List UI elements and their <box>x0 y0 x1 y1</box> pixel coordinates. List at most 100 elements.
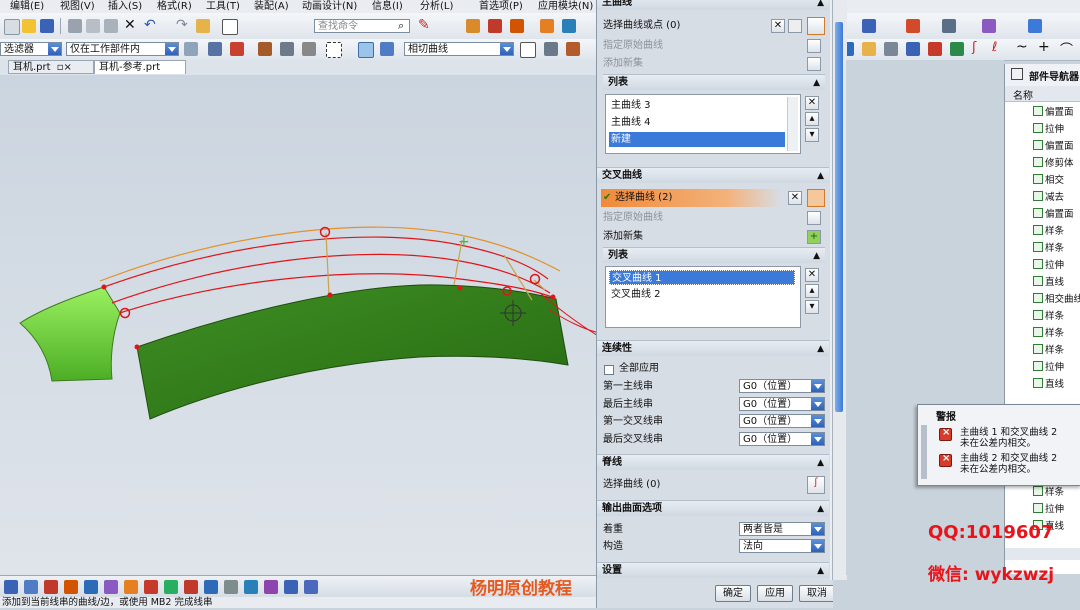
tab-erji[interactable]: 耳机.prt ▫× <box>8 60 94 74</box>
visibility-checkbox-icon[interactable] <box>1033 276 1043 286</box>
navigator-item[interactable]: 偏置面 <box>1033 104 1074 121</box>
chevron-up-icon[interactable]: ▲ <box>813 248 820 264</box>
select-curve-icon[interactable] <box>807 17 825 35</box>
curve-rule-select[interactable]: 相切曲线 <box>404 42 514 56</box>
visibility-checkbox-icon[interactable] <box>1033 327 1043 337</box>
visibility-checkbox-icon[interactable] <box>1033 106 1043 116</box>
blend-icon[interactable] <box>540 19 554 33</box>
delete-icon[interactable]: ✕ <box>124 17 136 33</box>
apply-all-checkbox[interactable] <box>604 365 614 375</box>
list-scrollbar[interactable] <box>787 97 798 151</box>
menu-assembly[interactable]: 装配(A) <box>254 0 289 13</box>
cancel-button[interactable]: 取消 <box>799 585 833 602</box>
visibility-checkbox-icon[interactable] <box>1033 191 1043 201</box>
wireframe-icon[interactable] <box>84 580 98 594</box>
measure-icon[interactable] <box>906 19 920 33</box>
snap-icon[interactable] <box>208 42 222 56</box>
trim-icon[interactable] <box>906 42 920 56</box>
new-file-icon[interactable] <box>4 19 20 35</box>
sketch-icon[interactable]: ✎ <box>418 17 430 33</box>
pan-icon[interactable] <box>64 580 78 594</box>
navigator-item[interactable]: 样条 <box>1033 308 1064 325</box>
undo-icon[interactable]: ↶ <box>144 17 156 33</box>
open-folder-icon[interactable] <box>22 19 36 33</box>
move-up-icon[interactable]: ▴ <box>805 284 819 298</box>
paste-icon[interactable] <box>104 19 118 33</box>
scrollbar-thumb[interactable] <box>835 22 843 412</box>
visibility-checkbox-icon[interactable] <box>1033 486 1043 496</box>
visibility-checkbox-icon[interactable] <box>1033 157 1043 167</box>
chevron-up-icon[interactable]: ▲ <box>817 0 824 11</box>
list-item-selected[interactable]: 新建 <box>609 132 785 147</box>
offset-icon[interactable] <box>950 42 964 56</box>
spline-icon[interactable]: ʃ <box>972 40 976 55</box>
navigator-item[interactable]: 相交曲线 <box>1033 291 1080 308</box>
menu-edit[interactable]: 编辑(E) <box>10 0 44 13</box>
revolve-icon[interactable] <box>510 19 524 33</box>
zebra-icon[interactable] <box>204 580 218 594</box>
mesh-icon[interactable] <box>884 42 898 56</box>
visibility-checkbox-icon[interactable] <box>1033 174 1043 184</box>
select-spine-label[interactable]: 选择曲线 (0) <box>603 478 660 492</box>
menu-view[interactable]: 视图(V) <box>60 0 95 13</box>
navigator-item[interactable]: 偏置面 <box>1033 206 1074 223</box>
add-new-set-label[interactable]: 添加新集 <box>603 230 643 244</box>
visibility-checkbox-icon[interactable] <box>1033 361 1043 371</box>
menu-preferences[interactable]: 首选项(P) <box>479 0 523 13</box>
navigator-hscrollbar[interactable] <box>1005 548 1080 560</box>
last-cross-select[interactable]: G0（位置） <box>739 432 825 446</box>
tab-erji-reference[interactable]: 耳机-参考.prt <box>94 60 186 74</box>
chevron-up-icon[interactable]: ▲ <box>817 168 824 184</box>
show-icon[interactable] <box>304 580 318 594</box>
rotate-icon[interactable] <box>44 580 58 594</box>
render-icon[interactable] <box>380 42 394 56</box>
stop-at-intersection-icon[interactable] <box>520 42 536 58</box>
last-primary-select[interactable]: G0（位置） <box>739 397 825 411</box>
analysis-icon[interactable] <box>942 19 956 33</box>
wcs-display-icon[interactable] <box>264 580 278 594</box>
feature-curve-icon[interactable] <box>566 42 580 56</box>
list-item[interactable]: 主曲线 4 <box>609 115 785 130</box>
grid-icon[interactable] <box>224 580 238 594</box>
navigator-item[interactable]: 拉伸 <box>1033 359 1064 376</box>
select-curve-icon[interactable] <box>807 189 825 207</box>
through-curves-icon[interactable] <box>862 42 876 56</box>
point-dialog-icon[interactable] <box>788 19 802 33</box>
visibility-checkbox-icon[interactable] <box>1033 242 1043 252</box>
main-curves-list[interactable]: 主曲线 3 主曲线 4 新建 <box>605 94 801 154</box>
chevron-up-icon[interactable]: ▲ <box>817 341 824 357</box>
cross-curves-list[interactable]: 交叉曲线 1 交叉曲线 2 <box>605 266 801 328</box>
apply-button[interactable]: 应用 <box>757 585 793 602</box>
select-curves-label[interactable]: 选择曲线或点 (0) <box>603 19 680 33</box>
visibility-checkbox-icon[interactable] <box>1033 123 1043 133</box>
ok-button[interactable]: 确定 <box>715 585 751 602</box>
visibility-checkbox-icon[interactable] <box>1033 344 1043 354</box>
point-icon[interactable]: + <box>1038 39 1050 55</box>
visibility-checkbox-icon[interactable] <box>1033 378 1043 388</box>
hole-icon[interactable] <box>562 19 576 33</box>
navigator-item[interactable]: 样条 <box>1033 325 1064 342</box>
select-cross-curves-label[interactable]: 选择曲线 (2) <box>615 191 672 205</box>
column-header[interactable]: 名称 <box>1005 86 1080 102</box>
select-feature-icon[interactable] <box>230 42 244 56</box>
command-finder-icon[interactable] <box>196 19 210 33</box>
chevron-up-icon[interactable]: ▲ <box>817 563 824 579</box>
remove-icon[interactable]: ✕ <box>805 96 819 110</box>
list-item[interactable]: 交叉曲线 2 <box>609 287 795 302</box>
visibility-checkbox-icon[interactable] <box>1033 503 1043 513</box>
visibility-checkbox-icon[interactable] <box>1033 259 1043 269</box>
filter-icon[interactable] <box>184 42 198 56</box>
rectangle-select-icon[interactable] <box>326 42 342 58</box>
extrude-icon[interactable] <box>488 19 502 33</box>
selection-scope-select[interactable]: 仅在工作部件内 <box>66 42 179 56</box>
layer-icon[interactable] <box>1028 19 1042 33</box>
construct-select[interactable]: 法向 <box>739 539 825 553</box>
sew-icon[interactable] <box>928 42 942 56</box>
navigator-item[interactable]: 拉伸 <box>1033 121 1064 138</box>
copy-icon[interactable] <box>86 19 100 33</box>
chevron-up-icon[interactable]: ▲ <box>817 455 824 471</box>
face-icon[interactable] <box>302 42 316 56</box>
curve-dialog-icon[interactable]: ✕ <box>788 191 802 205</box>
edge-analysis-icon[interactable] <box>184 580 198 594</box>
menu-application[interactable]: 应用模块(N) <box>538 0 593 13</box>
